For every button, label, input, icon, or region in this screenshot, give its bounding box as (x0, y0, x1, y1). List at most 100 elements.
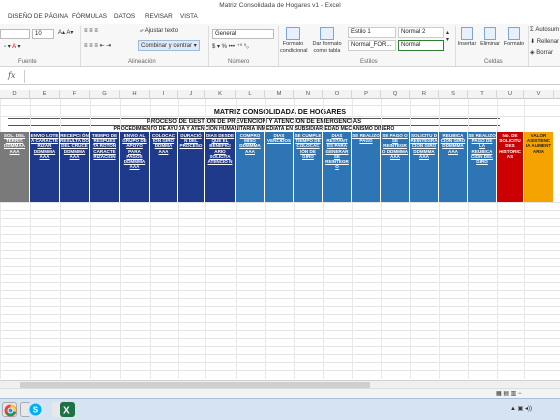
clear-button[interactable]: ◈ Borrar (530, 49, 553, 56)
style-normal2[interactable]: Normal 2 (398, 27, 444, 38)
group-align-label: Alineación (128, 59, 156, 65)
header-cell-u[interactable]: No. DE SOLICITU DES HISTORIC AS (497, 132, 524, 202)
column-header-t[interactable]: T (468, 90, 497, 99)
formula-bar: fx (0, 68, 560, 85)
header-cell-e[interactable]: ENVIO LOTE A CARACTE RIZAR DDMMMA AAA (30, 132, 60, 202)
grid-row-line (0, 314, 560, 315)
tab-data[interactable]: DATOS (114, 13, 135, 20)
header-cell-q[interactable]: SE PAGO O SE REINTEGR O DDMMMA AAA (381, 132, 410, 202)
column-header-o[interactable]: O (323, 90, 352, 99)
column-header-r[interactable]: R (410, 90, 439, 99)
header-cell-n[interactable]: SE CUMPLE TIEMPO DE COLOCAC IÓN DE GIRO (294, 132, 323, 202)
header-cell-g[interactable]: TIEMPO DE RESPUES TA ROTON CARACTE RIZAC… (90, 132, 120, 202)
system-tray: ▲ ▣ ◂)) (510, 406, 532, 412)
wrap-text-button[interactable]: ⤶ Ajustar texto (140, 28, 178, 35)
header-cell-o[interactable]: DIAS RESTANT ES PARA GENERAR SE REINTEGR… (323, 132, 352, 202)
excel-icon[interactable]: X (60, 402, 75, 417)
grid-row-line (0, 234, 560, 235)
group-cells-label: Celdas (484, 59, 503, 65)
tab-review[interactable]: REVISAR (145, 13, 173, 20)
column-header-h[interactable]: H (120, 90, 150, 99)
autosum-button[interactable]: Σ Autosum (530, 27, 559, 33)
column-header-j[interactable]: J (178, 90, 205, 99)
align-top-icons[interactable]: ≡ ≡ ≡ (84, 28, 98, 34)
column-header-g[interactable]: G (90, 90, 120, 99)
column-headers: DEFGHIJKLMNOPQRSTUV (0, 90, 560, 99)
column-header-d[interactable]: D (0, 90, 30, 99)
header-cell-f[interactable]: RECEPCI ÓN RESULTA DO DEL CRUCE DDMMMA A… (60, 132, 90, 202)
tab-formulas[interactable]: FÓRMULAS (72, 13, 107, 20)
column-header-m[interactable]: M (265, 90, 294, 99)
column-header-f[interactable]: F (60, 90, 90, 99)
font-size-box[interactable]: 10 (32, 29, 54, 39)
skype-icon[interactable]: S (28, 402, 43, 417)
header-cell-p[interactable]: SE REALIZO PAGO (352, 132, 381, 202)
fill-icon: ⬇ (530, 39, 537, 45)
fill-button[interactable]: ⬇ Rellenar (530, 38, 559, 45)
grid-row-line (0, 105, 560, 106)
style-estilo1[interactable]: Estilo 1 (348, 27, 396, 38)
column-header-k[interactable]: K (205, 90, 236, 99)
grid-row-line (0, 370, 560, 371)
column-header-i[interactable]: I (150, 90, 178, 99)
font-name-box[interactable] (0, 29, 30, 39)
sheet-title: MATRIZ CONSOLIDADA DE HOGARES (213, 107, 347, 116)
formula-input[interactable] (24, 70, 560, 83)
window-title: Matriz Consolidada de Hogares v1 - Excel (0, 0, 560, 11)
header-cell-m[interactable]: DIAS VENCIDOS (265, 132, 294, 202)
horizontal-scrollbar[interactable] (0, 380, 560, 388)
ribbon-tabs: DISEÑO DE PÁGINA FÓRMULAS DATOS REVISAR … (0, 11, 560, 24)
header-cell-i[interactable]: COLOCAC IÓN GIRO DDMMA AAA (150, 132, 178, 202)
grow-font-icon[interactable]: A▴ A▾ (58, 29, 73, 36)
column-header-q[interactable]: Q (381, 90, 410, 99)
svg-text:X: X (63, 406, 70, 417)
taskbar: S X ▲ ▣ ◂)) (0, 398, 560, 420)
sheet-grid[interactable]: MATRIZ CONSOLIDADA DE HOGARES PROCESO DE… (0, 99, 560, 379)
column-header-p[interactable]: P (352, 90, 381, 99)
grid-row-line (0, 354, 560, 355)
fx-icon[interactable]: fx (8, 71, 22, 83)
delete-label: Eliminar (480, 41, 500, 47)
number-format-icons[interactable]: $ ▾ % ••• ⁺⁰ ⁰₀ (212, 43, 249, 50)
conditional-format-button[interactable]: Formato condicional (280, 27, 308, 54)
header-cell-h[interactable]: ENVIO AL GRUPO DE APOYO PARA PAGOS DDMMM… (120, 132, 150, 202)
number-format-box[interactable]: General (212, 29, 274, 39)
column-header-u[interactable]: U (497, 90, 524, 99)
style-normal[interactable]: Normal (398, 40, 444, 51)
chrome-icon[interactable] (2, 402, 17, 417)
header-cell-k[interactable]: DIAS DESDE QUE EL BENEFICI ARIO SOLICITA… (205, 132, 236, 202)
column-header-v[interactable]: V (524, 90, 554, 99)
grid-row-line (0, 338, 560, 339)
grid-row-line (0, 362, 560, 363)
format-as-table-icon (320, 27, 334, 40)
view-mode-icons[interactable]: ▦ ▤ ▥ − (496, 390, 522, 397)
header-cell-v[interactable]: VALOR ASISTENC IA AUMENT ARIA (524, 132, 554, 202)
tab-view[interactable]: VISTA (180, 13, 198, 20)
column-header-s[interactable]: S (439, 90, 468, 99)
header-cell-d[interactable]: SOL. DEL TERRIT. DDMMAA AAA (0, 132, 30, 202)
tab-page-layout[interactable]: DISEÑO DE PÁGINA (8, 13, 68, 20)
grid-row-line (0, 210, 560, 211)
font-color-icon[interactable]: ▫ ▾ A ▾ (4, 43, 21, 50)
styles-scroll-icon[interactable]: ▴ ▾ (446, 29, 449, 43)
style-normal-for[interactable]: Normal_FOR... (348, 40, 396, 51)
header-cell-r[interactable]: SOLICITU D REINTEGRA CIÓN GIRO DDMMMA AA… (410, 132, 439, 202)
header-cell-t[interactable]: SE REALIZO PAGO DE LA REUBICA CIÓN DEL G… (468, 132, 497, 202)
header-cell-j[interactable]: DURACIÓ N DEL PROCESO (178, 132, 205, 202)
merge-center-button[interactable]: Combinar y centrar ▾ (138, 40, 200, 51)
column-header-l[interactable]: L (236, 90, 265, 99)
column-header-e[interactable]: E (30, 90, 60, 99)
header-cell-l[interactable]: COMPRO MISO DDMMMA AAA (236, 132, 265, 202)
header-cell-s[interactable]: REUBICA CIÓN GIRO DDMMMA AAA (439, 132, 468, 202)
wrap-text-label: Ajustar texto (144, 28, 179, 34)
grid-row-line (0, 258, 560, 259)
status-bar: ▦ ▤ ▥ − (0, 388, 560, 398)
grid-row-line (0, 218, 560, 219)
format-as-table-button[interactable]: Dar formato como tabla (312, 27, 342, 54)
insert-button[interactable]: Insertar (456, 27, 478, 48)
delete-button[interactable]: Eliminar (478, 27, 502, 48)
column-header-n[interactable]: N (294, 90, 323, 99)
format-cells-button[interactable]: Formato (502, 27, 526, 48)
align-left-icons[interactable]: ≡ ≡ ≡ ⇤ ⇥ (84, 42, 111, 49)
grid-row-line (0, 250, 560, 251)
